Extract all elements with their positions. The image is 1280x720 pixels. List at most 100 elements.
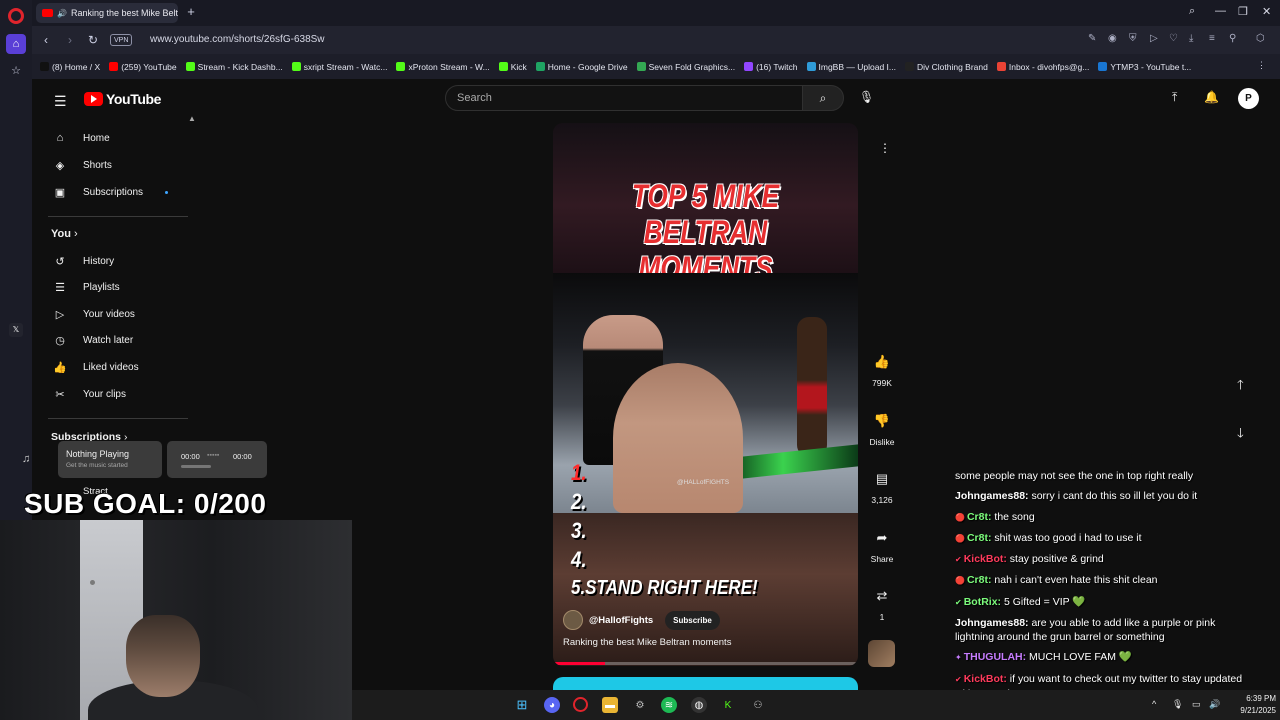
sidebar-item-your-videos[interactable]: ▷ Your videos [44, 301, 190, 327]
sidebar-item-subscriptions[interactable]: ▣ Subscriptions [44, 179, 190, 205]
like-count: 799K [872, 378, 892, 388]
extension-icon[interactable]: ⬡ [1256, 33, 1265, 44]
bookmark-item[interactable]: (8) Home / X [40, 62, 100, 72]
title-line-1: TOP 5 MIKE BELTRAN [631, 178, 780, 250]
chat-badge-icon: ✦ [955, 653, 962, 663]
discord-icon[interactable]: ◕ [544, 697, 560, 713]
tray-network-icon[interactable]: ▭ [1192, 699, 1201, 710]
remix-button[interactable]: ⇄ 1 [862, 588, 902, 622]
app-icon[interactable]: ⚇ [750, 697, 766, 713]
time-start: 00:00 [181, 452, 200, 461]
subscribe-button[interactable]: Subscribe [665, 610, 720, 630]
microphone-icon[interactable]: 🎙 [859, 90, 874, 104]
ranking-item: 4. [571, 547, 587, 572]
kick-icon[interactable]: K [720, 697, 736, 713]
bookmark-item[interactable]: Stream - Kick Dashb... [185, 62, 283, 72]
obs-icon[interactable]: ◍ [691, 697, 707, 713]
search-button[interactable]: ⌕ [802, 85, 844, 111]
hamburger-menu-icon[interactable]: ☰ [54, 93, 67, 110]
sidebar-item-shorts[interactable]: ◈ Shorts [44, 152, 190, 178]
share-button[interactable]: ➦ Share [862, 530, 902, 564]
sidebar-item-home[interactable]: ⌂ Home [44, 125, 190, 151]
play-icon[interactable]: ▷ [1150, 33, 1158, 44]
home-workspace-icon[interactable]: ⌂ [6, 34, 26, 54]
previous-short-arrow-icon[interactable]: 🡑 [1237, 376, 1244, 398]
search-tabs-icon[interactable]: ⌕ [1189, 5, 1195, 18]
video-caption[interactable]: Ranking the best Mike Beltran moments [563, 637, 731, 648]
speaker-icon[interactable]: 🔊 [57, 9, 67, 18]
tray-volume-icon[interactable]: 🔊 [1209, 699, 1220, 710]
bookmark-item[interactable]: Home - Google Drive [535, 62, 628, 72]
tab-title: Ranking the best Mike Beltran [70, 8, 178, 18]
tray-overflow-icon[interactable]: ^ [1152, 699, 1156, 709]
search-icon: ⌕ [819, 91, 827, 105]
video-progress-bar[interactable] [553, 662, 858, 665]
camera-icon[interactable]: ◉ [1108, 33, 1117, 44]
waveform-icon: ▪▪▪▪▪ [207, 452, 220, 459]
star-icon[interactable]: ☆ [6, 60, 26, 80]
bookmarks-overflow-icon[interactable]: ⋮ [1257, 60, 1266, 71]
edit-icon[interactable]: ✎ [1088, 33, 1096, 44]
bookmark-item[interactable]: sxript Stream - Watc... [291, 62, 387, 72]
chat-text: shit was too good i had to use it [994, 531, 1142, 544]
sidebar-item-your-clips[interactable]: ✂ Your clips [44, 381, 190, 407]
sidebar-item-history[interactable]: ↺ History [44, 248, 190, 274]
new-tab-button[interactable]: + [184, 5, 198, 19]
download-icon[interactable]: ⤓ [1189, 33, 1193, 44]
restore-button[interactable]: ❐ [1238, 5, 1248, 18]
opera-taskbar-icon[interactable] [573, 697, 588, 712]
bookmark-item[interactable]: Div Clothing Brand [904, 62, 988, 72]
search-input[interactable]: Search [445, 85, 803, 111]
sound-avatar[interactable] [868, 640, 895, 667]
channel-avatar[interactable] [563, 610, 583, 630]
heart-icon[interactable]: ♡ [1169, 33, 1178, 44]
vpn-badge[interactable]: VPN [110, 34, 133, 46]
sidebar-you-heading[interactable]: You › [51, 228, 78, 240]
shorts-player[interactable]: TOP 5 MIKE BELTRAN MOMENTS @HALLofFIGHTS… [553, 123, 858, 666]
dislike-button[interactable]: 👎 Dislike [862, 413, 902, 447]
upload-icon[interactable]: ⤒ [1172, 90, 1177, 105]
sidebar-item-playlists[interactable]: ☰ Playlists [44, 275, 190, 301]
bookmark-item[interactable]: (16) Twitch [744, 62, 798, 72]
x-sidebar-icon[interactable]: 𝕏 [9, 323, 23, 337]
youtube-logo[interactable]: YouTube [84, 91, 161, 107]
ranking-list: 1. 2. 3. 4. 5.STAND RIGHT HERE! [571, 458, 791, 603]
minimize-button[interactable]: — [1215, 5, 1226, 17]
sidebar-item-liked-videos[interactable]: 👍 Liked videos [44, 354, 190, 380]
windows-start-icon[interactable]: ⊞ [514, 697, 530, 713]
back-icon[interactable]: ‹ [44, 33, 48, 47]
bookmark-item[interactable]: (259) YouTube [109, 62, 177, 72]
more-options-icon[interactable]: ⋮ [879, 141, 891, 155]
notifications-bell-icon[interactable]: 🔔 [1204, 90, 1219, 104]
menu-icon[interactable]: ≡ [1209, 33, 1215, 44]
screen: ⌂ ☆ 𝕏 🔊 Ranking the best Mike Beltran + … [0, 0, 1280, 720]
sidebar-item-watch-later[interactable]: ◷ Watch later [44, 328, 190, 354]
tab-active[interactable]: 🔊 Ranking the best Mike Beltran [36, 3, 178, 23]
forward-icon[interactable]: › [68, 33, 72, 47]
settings-gear-icon[interactable]: ⚙ [632, 697, 648, 713]
next-short-arrow-icon[interactable]: 🡓 [1237, 424, 1244, 446]
url-field[interactable]: www.youtube.com/shorts/26sfG-638Sw [150, 34, 325, 45]
tray-mic-icon[interactable]: 🎙 [1172, 699, 1183, 710]
bookmark-item[interactable]: xProton Stream - W... [396, 62, 490, 72]
comments-button[interactable]: ▤ 3,126 [862, 471, 902, 505]
sidebar-item-label: Watch later [83, 335, 134, 347]
bookmark-item[interactable]: YTMP3 - YouTube t... [1098, 62, 1191, 72]
opera-logo-icon[interactable] [8, 8, 24, 24]
file-explorer-icon[interactable]: ▬ [602, 697, 618, 713]
profile-icon[interactable]: ⚲ [1229, 33, 1236, 44]
reload-icon[interactable]: ↻ [88, 33, 98, 47]
like-button[interactable]: 👍 799K [862, 354, 902, 388]
shield-icon[interactable]: ⛨ [1129, 33, 1137, 44]
bookmark-item[interactable]: Seven Fold Graphics... [636, 62, 735, 72]
spotify-icon[interactable]: ≋ [661, 697, 677, 713]
account-avatar[interactable]: P [1238, 88, 1259, 109]
bookmark-item[interactable]: Kick [498, 62, 527, 72]
bookmark-item[interactable]: ImgBB — Upload I... [806, 62, 896, 72]
close-button[interactable]: ✕ [1262, 5, 1271, 18]
channel-name[interactable]: @HallofFights [589, 615, 653, 626]
sidebar-divider [48, 216, 188, 217]
bookmark-item[interactable]: Inbox - divohfps@g... [996, 62, 1089, 72]
taskbar-clock[interactable]: 6:39 PM 9/21/2025 [1228, 693, 1276, 717]
bookmark-label: (8) Home / X [52, 61, 101, 72]
